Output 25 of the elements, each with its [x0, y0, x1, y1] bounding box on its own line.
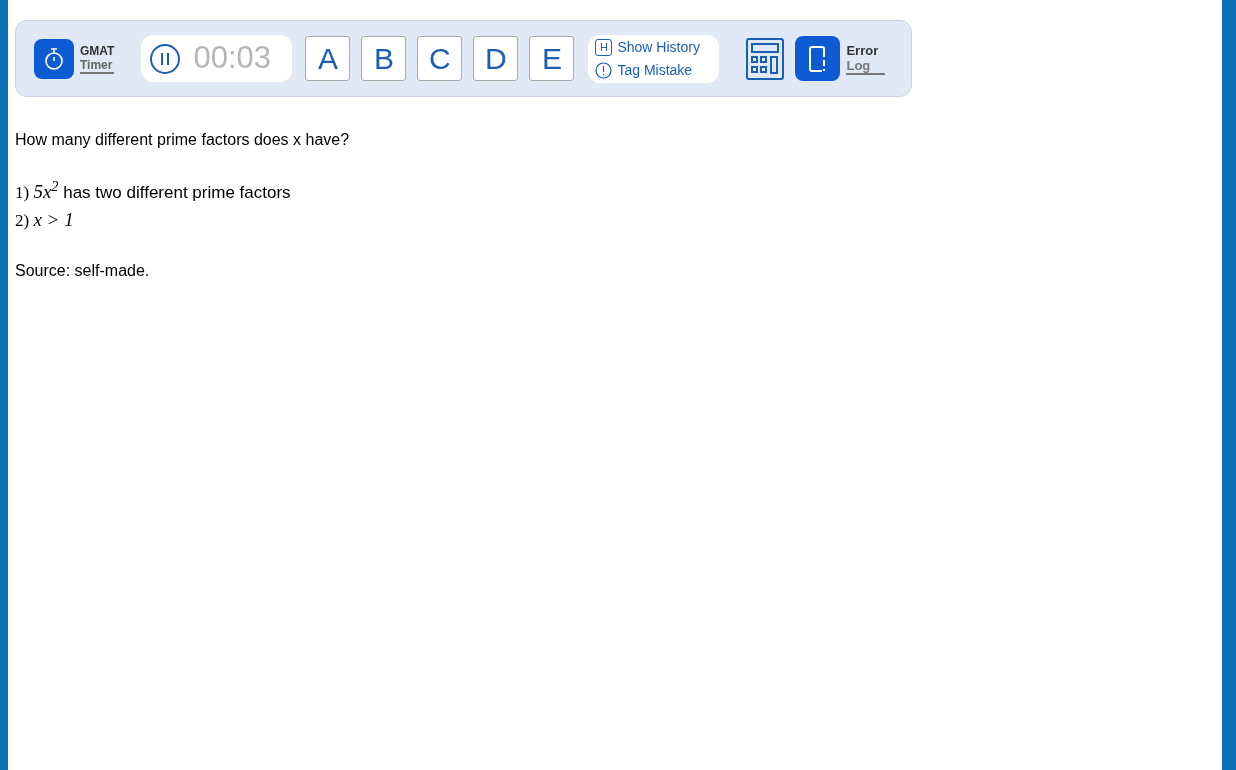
alert-document-icon [807, 44, 828, 73]
timer-title: GMAT [80, 43, 115, 58]
tag-mistake-link[interactable]: Tag Mistake [617, 59, 693, 81]
error-log-link[interactable]: Log [846, 57, 886, 75]
answer-choice[interactable]: A [305, 36, 351, 81]
error-log-button[interactable] [795, 36, 841, 81]
statement-text: 2) x > 1 [15, 208, 75, 232]
source-text: Source: self-made. [15, 261, 151, 281]
question-text: How many different prime factors does x have? [15, 130, 351, 150]
elapsed-time: 00:03 [193, 39, 271, 78]
show-history-link[interactable]: Show History [617, 36, 700, 58]
statement-text: 1) 5x$^{2}$ has two different prime factors [15, 178, 292, 204]
answer-choice[interactable]: B [361, 36, 407, 81]
answer-choice[interactable]: C [417, 36, 463, 81]
pause-icon[interactable] [149, 42, 182, 75]
key-hint: H [595, 38, 613, 56]
stopwatch-icon [42, 45, 66, 72]
answer-choice[interactable]: D [473, 36, 519, 81]
timer-button[interactable] [34, 38, 74, 79]
alert-icon [595, 61, 613, 79]
timer-link[interactable]: Timer [80, 57, 115, 74]
error-log-title: Error [846, 42, 880, 58]
calculator-button[interactable] [746, 37, 785, 80]
answer-choice[interactable]: E [529, 36, 575, 81]
calculator-icon [746, 37, 785, 80]
